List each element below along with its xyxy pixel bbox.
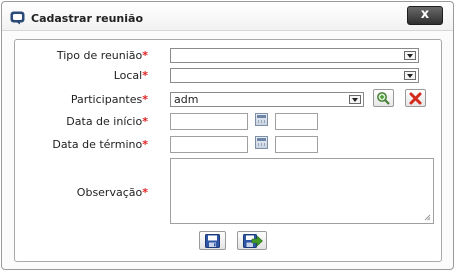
participants-label: Participantes*	[70, 93, 148, 106]
add-participant-button[interactable]	[373, 89, 394, 107]
location-label: Local*	[113, 69, 148, 82]
start-date-label: Data de início*	[66, 115, 148, 128]
calendar-icon[interactable]	[255, 136, 268, 149]
start-time-input[interactable]	[275, 113, 318, 130]
notes-textarea[interactable]	[170, 158, 434, 224]
register-meeting-dialog: Cadastrar reunião x Tipo de reunião* : L…	[1, 1, 454, 270]
close-button[interactable]: x	[407, 6, 443, 25]
remove-participant-button[interactable]	[405, 89, 426, 107]
save-and-continue-icon	[243, 234, 263, 248]
save-icon	[205, 234, 220, 248]
add-participant-icon	[377, 92, 390, 105]
meeting-form: Tipo de reunião* : Local* : Participante…	[14, 39, 442, 262]
meeting-type-select[interactable]	[170, 48, 419, 63]
dialog-titlebar: Cadastrar reunião x	[2, 2, 453, 31]
calendar-icon[interactable]	[255, 113, 268, 126]
required-marker: *	[142, 115, 148, 128]
save-and-continue-button[interactable]	[237, 231, 267, 250]
remove-participant-icon	[409, 92, 422, 105]
required-marker: *	[142, 138, 148, 151]
end-date-label: Data de término*	[52, 138, 148, 151]
notes-label: Observação*	[76, 186, 148, 199]
dialog-title: Cadastrar reunião	[31, 12, 143, 25]
participants-select[interactable]: adm	[170, 92, 364, 107]
start-date-input[interactable]	[170, 113, 248, 130]
end-time-input[interactable]	[275, 136, 318, 153]
meeting-type-label: Tipo de reunião*	[56, 49, 148, 62]
required-marker: *	[142, 186, 148, 199]
chevron-down-icon	[349, 95, 361, 104]
required-marker: *	[142, 93, 148, 106]
chevron-down-icon	[404, 71, 416, 80]
required-marker: *	[142, 69, 148, 82]
location-select[interactable]	[170, 68, 419, 83]
save-button[interactable]	[199, 231, 226, 250]
required-marker: *	[142, 49, 148, 62]
resize-grip-icon[interactable]	[424, 214, 431, 221]
end-date-input[interactable]	[170, 136, 248, 153]
chevron-down-icon	[404, 51, 416, 60]
participants-value: adm	[174, 93, 199, 106]
dialog-window-icon	[10, 11, 25, 25]
